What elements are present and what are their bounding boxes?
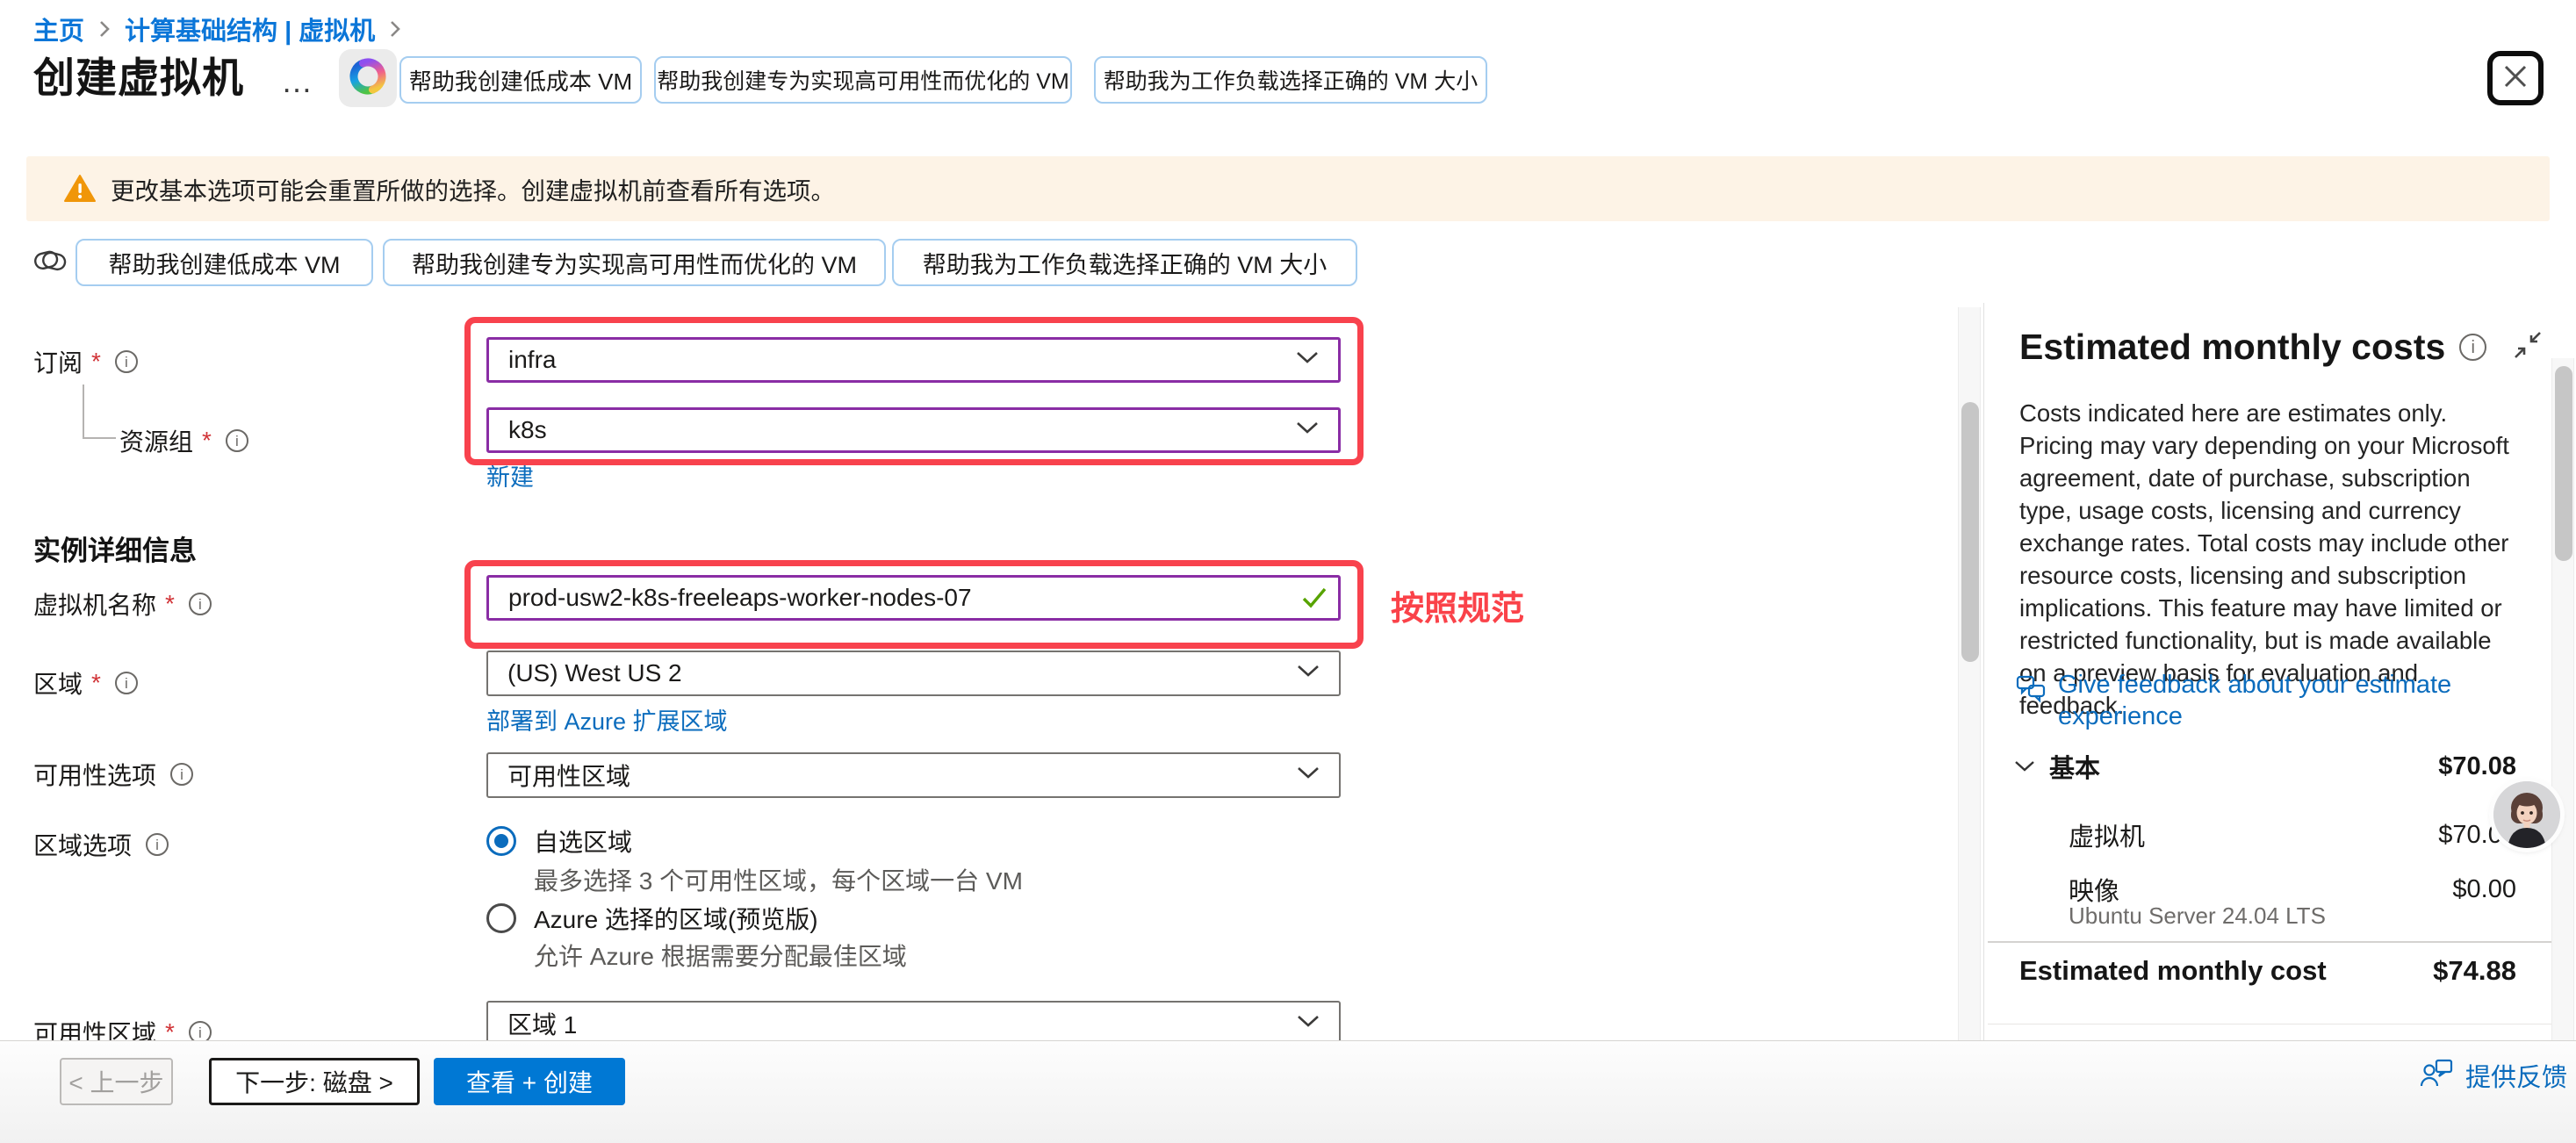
breadcrumb-home[interactable]: 主页 xyxy=(33,11,84,47)
more-menu-button[interactable]: … xyxy=(281,63,315,100)
chevron-right-icon xyxy=(389,19,401,39)
annotation-box-subscription xyxy=(464,317,1364,465)
cost-total-row: Estimated monthly cost $74.88 xyxy=(2019,955,2516,987)
region-label: 区域* xyxy=(33,665,138,701)
assist-button-right-size[interactable]: 帮助我为工作负载选择正确的 VM 大小 xyxy=(1094,56,1487,104)
required-marker: * xyxy=(165,590,175,618)
chevron-down-icon xyxy=(1297,665,1320,682)
cost-panel-title: Estimated monthly costs xyxy=(2019,327,2445,368)
warning-text: 更改基本选项可能会重置所做的选择。创建虚拟机前查看所有选项。 xyxy=(111,171,835,206)
zone-radio-self-select[interactable]: 自选区域 xyxy=(486,823,632,859)
resource-group-label: 资源组* xyxy=(119,423,248,458)
region-dropdown[interactable]: (US) West US 2 xyxy=(486,651,1341,696)
tree-connector xyxy=(83,437,116,439)
availability-options-dropdown[interactable]: 可用性区域 xyxy=(486,752,1341,798)
close-button[interactable] xyxy=(2487,51,2544,105)
required-marker: * xyxy=(202,427,212,455)
info-icon[interactable] xyxy=(226,429,248,452)
chevron-down-icon xyxy=(2014,760,2035,773)
zone-options-label: 区域选项 xyxy=(33,827,169,862)
feedback-link[interactable]: 提供反馈 xyxy=(2420,1057,2567,1094)
zone-radio-azure-select[interactable]: Azure 选择的区域(预览版) xyxy=(486,901,818,936)
radio-selected-icon[interactable] xyxy=(486,826,516,856)
assist-button-high-availability[interactable]: 帮助我创建专为实现高可用性而优化的 VM xyxy=(654,56,1072,104)
next-disks-button[interactable]: 下一步: 磁盘 > xyxy=(209,1058,420,1105)
chevron-down-icon xyxy=(1297,766,1320,784)
warning-banner: 更改基本选项可能会重置所做的选择。创建虚拟机前查看所有选项。 xyxy=(26,156,2550,221)
zone-radio-self-select-desc: 最多选择 3 个可用性区域，每个区域一台 VM xyxy=(534,862,1023,897)
assist2-button-low-cost[interactable]: 帮助我创建低成本 VM xyxy=(76,239,373,286)
subscription-label: 订阅* xyxy=(33,344,138,379)
assist2-button-high-availability[interactable]: 帮助我创建专为实现高可用性而优化的 VM xyxy=(383,239,886,286)
breadcrumb: 主页 计算基础结构 | 虚拟机 xyxy=(33,11,401,47)
info-icon[interactable] xyxy=(189,593,212,615)
estimate-feedback-link[interactable]: Give feedback about your estimate experi… xyxy=(2016,669,2472,732)
assist2-button-right-size[interactable]: 帮助我为工作负载选择正确的 VM 大小 xyxy=(892,239,1357,286)
close-icon xyxy=(2500,61,2531,97)
copilot-button[interactable] xyxy=(339,49,397,107)
annotation-note: 按照规范 xyxy=(1391,581,1524,629)
main-scrollbar-thumb[interactable] xyxy=(1961,402,1979,662)
panel-scrollbar[interactable] xyxy=(2551,358,2574,1040)
tree-connector xyxy=(83,385,84,439)
info-icon[interactable] xyxy=(2459,334,2486,361)
avatar[interactable] xyxy=(2493,781,2560,848)
cost-panel-header: Estimated monthly costs xyxy=(2019,327,2516,368)
required-marker: * xyxy=(91,669,101,697)
main-scrollbar[interactable] xyxy=(1958,307,1981,1040)
divider xyxy=(1988,941,2551,943)
copilot-outline-icon xyxy=(32,242,68,284)
availability-options-label: 可用性选项 xyxy=(33,757,193,792)
edge-zone-link[interactable]: 部署到 Azure 扩展区域 xyxy=(486,702,728,737)
panel-scrollbar-thumb[interactable] xyxy=(2555,366,2572,561)
info-icon[interactable] xyxy=(115,350,138,373)
info-icon[interactable] xyxy=(170,763,193,786)
info-icon[interactable] xyxy=(146,833,169,856)
warning-icon xyxy=(63,174,97,204)
cost-group-basic[interactable]: 基本 $70.08 xyxy=(2014,748,2516,785)
required-marker: * xyxy=(91,348,101,376)
radio-unselected-icon[interactable] xyxy=(486,903,516,933)
info-icon[interactable] xyxy=(115,672,138,694)
collapse-icon[interactable] xyxy=(2513,330,2543,364)
feedback-bubbles-icon xyxy=(2016,674,2047,732)
page-title: 创建虚拟机 xyxy=(33,44,244,104)
cost-item-vm: 虚拟机 $70.08 xyxy=(2069,816,2516,853)
panel-divider xyxy=(1983,303,1984,1040)
zone-radio-azure-select-desc: 允许 Azure 根据需要分配最佳区域 xyxy=(534,938,907,973)
previous-button[interactable]: < 上一步 xyxy=(60,1058,173,1105)
section-instance-details: 实例详细信息 xyxy=(33,528,197,568)
vm-name-label: 虚拟机名称* xyxy=(33,586,212,622)
chevron-down-icon xyxy=(1297,1015,1320,1032)
person-feedback-icon xyxy=(2420,1058,2455,1094)
cost-item-image-sub: Ubuntu Server 24.04 LTS xyxy=(2069,902,2326,930)
create-vm-page: 主页 计算基础结构 | 虚拟机 创建虚拟机 … 帮助我创建低成本 VM 帮助我创… xyxy=(0,0,2576,1143)
footer-bar: < 上一步 下一步: 磁盘 > 查看 + 创建 提供反馈 xyxy=(0,1040,2576,1143)
chevron-right-icon xyxy=(98,19,111,39)
breadcrumb-vm[interactable]: 计算基础结构 | 虚拟机 xyxy=(125,11,375,47)
copilot-icon xyxy=(349,57,387,100)
review-create-button[interactable]: 查看 + 创建 xyxy=(434,1058,625,1105)
annotation-box-vm-name xyxy=(464,560,1364,649)
assist-button-low-cost[interactable]: 帮助我创建低成本 VM xyxy=(399,56,642,104)
